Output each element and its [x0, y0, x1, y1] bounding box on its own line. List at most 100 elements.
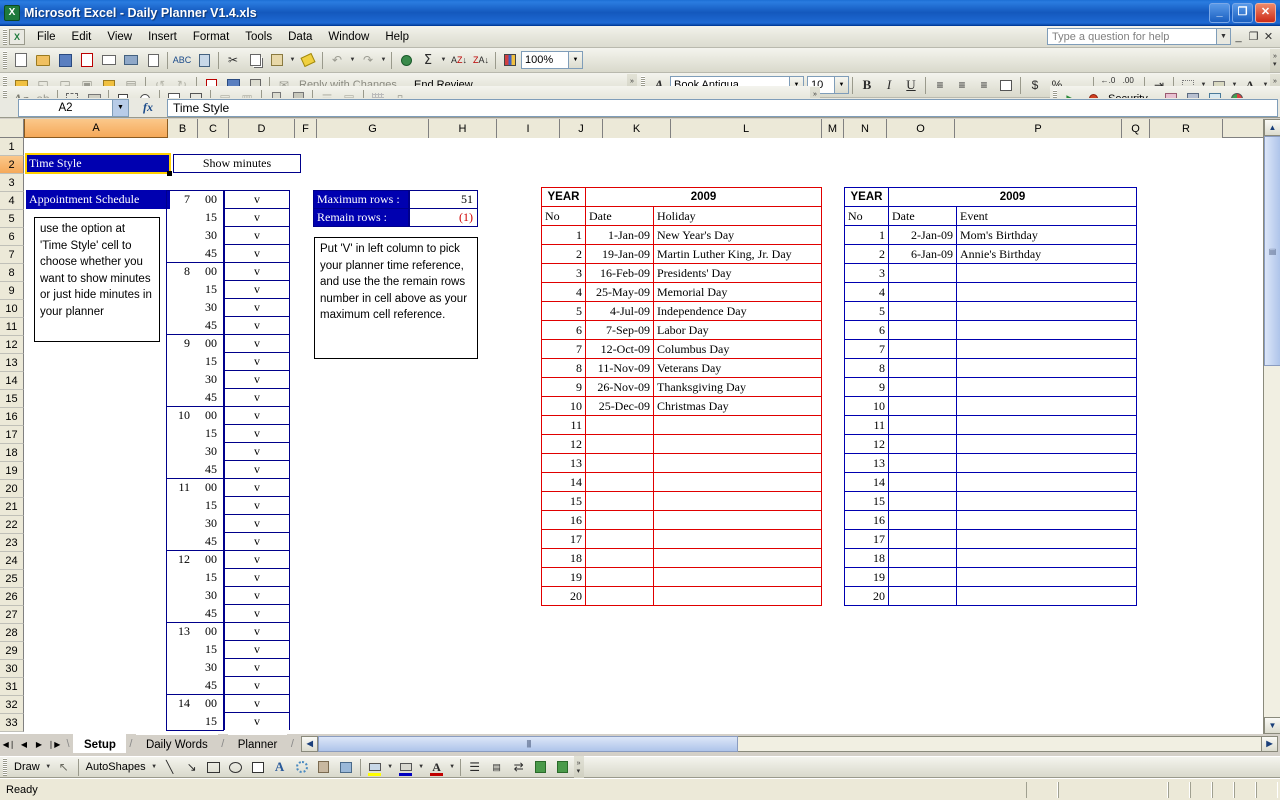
- row-header-17[interactable]: 17: [0, 426, 24, 444]
- print-icon[interactable]: [120, 50, 142, 71]
- schedule-pick-cell[interactable]: v: [224, 316, 290, 334]
- schedule-pick-cell[interactable]: v: [224, 550, 290, 568]
- horizontal-scroll-track[interactable]: [738, 735, 1261, 752]
- schedule-row[interactable]: 11 00 v: [166, 478, 290, 496]
- row-header-29[interactable]: 29: [0, 642, 24, 660]
- schedule-pick-cell[interactable]: v: [224, 352, 290, 370]
- row-header-1[interactable]: 1: [0, 138, 24, 156]
- schedule-row[interactable]: 15 v: [166, 424, 290, 442]
- underline-button[interactable]: U: [900, 75, 922, 96]
- schedule-row[interactable]: 30 v: [166, 226, 290, 244]
- open-icon[interactable]: [32, 50, 54, 71]
- table-row[interactable]: 14: [541, 472, 822, 492]
- document-restore-button[interactable]: ❐: [1246, 29, 1261, 45]
- row-name[interactable]: [653, 472, 822, 492]
- row-header-30[interactable]: 30: [0, 660, 24, 678]
- table-row[interactable]: 9 26-Nov-09 Thanksgiving Day: [541, 377, 822, 397]
- cut-icon[interactable]: ✂: [222, 50, 244, 71]
- schedule-row[interactable]: 30 v: [166, 514, 290, 532]
- table-row[interactable]: 11: [844, 415, 1137, 435]
- row-name[interactable]: Independence Day: [653, 301, 822, 321]
- row-name[interactable]: Martin Luther King, Jr. Day: [653, 244, 822, 264]
- restore-button[interactable]: ❐: [1232, 2, 1253, 23]
- schedule-row[interactable]: 45 v: [166, 244, 290, 262]
- schedule-row[interactable]: 30 v: [166, 298, 290, 316]
- arrow-style-icon[interactable]: ⇄: [508, 757, 530, 778]
- schedule-row[interactable]: 7 00 v: [166, 190, 290, 208]
- schedule-pick-cell[interactable]: v: [224, 334, 290, 352]
- row-date[interactable]: [888, 358, 957, 378]
- row-name[interactable]: [653, 567, 822, 587]
- redo-chevron-icon[interactable]: ▼: [379, 50, 388, 71]
- schedule-pick-cell[interactable]: v: [224, 424, 290, 442]
- row-header-32[interactable]: 32: [0, 696, 24, 714]
- dash-style-icon[interactable]: ▤: [486, 757, 508, 778]
- row-header-3[interactable]: 3: [0, 174, 24, 192]
- row-date[interactable]: [585, 586, 654, 606]
- row-header-13[interactable]: 13: [0, 354, 24, 372]
- row-header-9[interactable]: 9: [0, 282, 24, 300]
- table-row[interactable]: 19: [844, 567, 1137, 587]
- sort-asc-icon[interactable]: AZ↓: [448, 50, 470, 71]
- row-date[interactable]: [585, 472, 654, 492]
- row-date[interactable]: [888, 510, 957, 530]
- row-header-15[interactable]: 15: [0, 390, 24, 408]
- column-header-B[interactable]: B: [168, 119, 198, 138]
- horizontal-scrollbar[interactable]: ◀ |||| ▶: [301, 735, 1278, 752]
- row-date[interactable]: [585, 567, 654, 587]
- table-row[interactable]: 17: [844, 529, 1137, 549]
- table-row[interactable]: 4 25-May-09 Memorial Day: [541, 282, 822, 302]
- permission-icon[interactable]: [76, 50, 98, 71]
- row-name[interactable]: [956, 510, 1137, 530]
- row-name[interactable]: [956, 282, 1137, 302]
- schedule-row[interactable]: 10 00 v: [166, 406, 290, 424]
- row-header-16[interactable]: 16: [0, 408, 24, 426]
- align-center-icon[interactable]: ≡: [951, 75, 973, 96]
- paste-options-chevron-icon[interactable]: ▼: [288, 50, 297, 71]
- schedule-row[interactable]: 30 v: [166, 586, 290, 604]
- year-value[interactable]: 2009: [585, 187, 822, 207]
- table-row[interactable]: 13: [541, 453, 822, 473]
- row-date[interactable]: 4-Jul-09: [585, 301, 654, 321]
- undo-icon[interactable]: ↶: [326, 50, 348, 71]
- sheet-tab-planner[interactable]: Planner: [227, 734, 288, 753]
- undo-chevron-icon[interactable]: ▼: [348, 50, 357, 71]
- row-date[interactable]: [888, 263, 957, 283]
- row-date[interactable]: [585, 434, 654, 454]
- table-row[interactable]: 5 4-Jul-09 Independence Day: [541, 301, 822, 321]
- table-row[interactable]: 3: [844, 263, 1137, 283]
- row-name[interactable]: [653, 453, 822, 473]
- row-header-26[interactable]: 26: [0, 588, 24, 606]
- format-painter-icon[interactable]: [297, 50, 319, 71]
- schedule-row[interactable]: 45 v: [166, 388, 290, 406]
- row-date[interactable]: 26-Nov-09: [585, 377, 654, 397]
- schedule-row[interactable]: 15 v: [166, 568, 290, 586]
- row-date[interactable]: [888, 301, 957, 321]
- row-name[interactable]: [653, 548, 822, 568]
- row-date[interactable]: [888, 567, 957, 587]
- column-header-G[interactable]: G: [317, 119, 429, 138]
- vertical-scroll-thumb[interactable]: ▤: [1264, 136, 1280, 366]
- scroll-left-button[interactable]: ◀: [301, 735, 319, 752]
- autosum-icon[interactable]: Σ: [417, 50, 439, 71]
- schedule-pick-cell[interactable]: v: [224, 298, 290, 316]
- row-date[interactable]: [888, 472, 957, 492]
- row-name[interactable]: [956, 567, 1137, 587]
- last-sheet-button[interactable]: ❘▶: [47, 736, 61, 752]
- schedule-row[interactable]: 15 v: [166, 496, 290, 514]
- row-name[interactable]: [956, 358, 1137, 378]
- copy-icon[interactable]: [244, 50, 266, 71]
- row-date[interactable]: [888, 491, 957, 511]
- minimize-button[interactable]: _: [1209, 2, 1230, 23]
- table-row[interactable]: 7: [844, 339, 1137, 359]
- schedule-row[interactable]: 9 00 v: [166, 334, 290, 352]
- row-header-23[interactable]: 23: [0, 534, 24, 552]
- zoom-input[interactable]: 100%: [521, 51, 569, 69]
- row-name[interactable]: [956, 320, 1137, 340]
- row-header-7[interactable]: 7: [0, 246, 24, 264]
- schedule-pick-cell[interactable]: v: [224, 442, 290, 460]
- email-icon[interactable]: [98, 50, 120, 71]
- table-row[interactable]: 12: [844, 434, 1137, 454]
- row-header-22[interactable]: 22: [0, 516, 24, 534]
- row-date[interactable]: 12-Oct-09: [585, 339, 654, 359]
